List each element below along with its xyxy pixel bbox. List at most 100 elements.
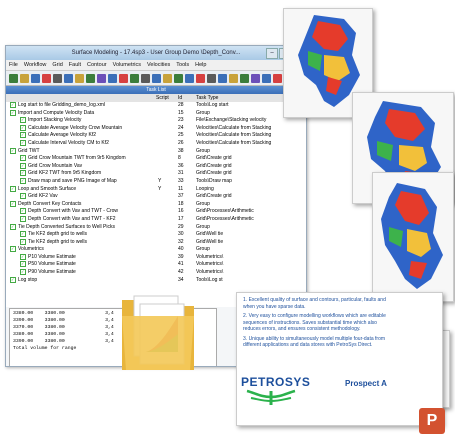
task-row[interactable]: ✓ Tie Depth Converted Surfaces to Well Pi… [6, 223, 306, 232]
task-id: 24 [178, 124, 184, 131]
checkbox-icon[interactable]: ✓ [20, 215, 26, 222]
task-name: ✓ Depth Convert with Vav and TWT - KF2 [20, 215, 116, 224]
checkbox-icon[interactable]: ✓ [10, 102, 16, 108]
menu-item-help[interactable]: Help [195, 60, 206, 70]
minimize-button[interactable]: – [266, 48, 278, 59]
toolbar-button-icon[interactable] [31, 73, 40, 83]
menu-item-file[interactable]: File [9, 60, 18, 70]
column-task-type[interactable]: Task Type [196, 94, 218, 102]
task-row[interactable]: ✓ Grid KF2 Vav 37 Grid\Create grid [6, 193, 306, 201]
menu-item-grid[interactable]: Grid [52, 60, 62, 70]
checkbox-icon[interactable]: ✓ [10, 200, 16, 207]
toolbar-button-icon[interactable] [42, 73, 51, 83]
checkbox-icon[interactable]: ✓ [20, 139, 26, 146]
checkbox-icon[interactable]: ✓ [20, 132, 26, 139]
folder-icon [118, 286, 198, 374]
checkbox-icon[interactable]: ✓ [20, 162, 26, 169]
task-label: Import and Compute Velocity Data [18, 109, 95, 116]
checkbox-icon[interactable]: ✓ [20, 117, 26, 124]
toolbar-button-icon[interactable] [196, 73, 205, 83]
toolbar-button-icon[interactable] [163, 73, 172, 83]
task-label: Log stop [18, 276, 38, 283]
task-label: Depth Convert with Vav and TWT - Crow [28, 208, 119, 215]
task-id: 41 [178, 261, 184, 268]
task-label: Grid Crow Mountain Vav [28, 162, 83, 169]
task-row[interactable]: ✓ Log stop 34 Tools\Log st [6, 276, 306, 285]
checkbox-icon[interactable]: ✓ [10, 246, 16, 253]
menu-item-contour[interactable]: Contour [87, 60, 107, 70]
map-image-3 [372, 172, 454, 302]
toolbar-button-icon[interactable] [273, 73, 282, 83]
checkbox-icon[interactable]: ✓ [20, 269, 26, 276]
checkbox-icon[interactable]: ✓ [10, 147, 16, 154]
checkbox-icon[interactable]: ✓ [20, 253, 26, 260]
checkbox-icon[interactable]: ✓ [20, 155, 26, 162]
toolbar-button-icon[interactable] [240, 73, 249, 83]
checkbox-icon[interactable]: ✓ [20, 124, 26, 131]
toolbar-button-icon[interactable] [141, 73, 150, 83]
bullet-text: Excellent quality of surface and contour… [243, 297, 386, 310]
toolbar-button-icon[interactable] [75, 73, 84, 83]
toolbar-button-icon[interactable] [97, 73, 106, 83]
task-row[interactable]: ✓ Tie KF2 depth grid to wells 30 Grid\Well … [6, 231, 306, 239]
toolbar-button-icon[interactable] [218, 73, 227, 83]
menu-item-fault[interactable]: Fault [69, 60, 81, 70]
toolbar-button-icon[interactable] [130, 73, 139, 83]
slide-bullet: 2. Very easy to configure modelling work… [243, 313, 393, 333]
toolbar-button-icon[interactable] [185, 73, 194, 83]
task-script: Y [158, 177, 162, 184]
checkbox-icon[interactable]: ✓ [10, 109, 16, 116]
task-row[interactable]: ✓ P90 Volume Estimate 42 Volumetrics\ [6, 269, 306, 277]
toolbar-button-icon[interactable] [229, 73, 238, 83]
task-name: ✓ P90 Volume Estimate [20, 269, 76, 277]
menu-item-volumetrics[interactable]: Volumetrics [113, 60, 141, 70]
checkbox-icon[interactable]: ✓ [20, 231, 26, 238]
bullet-text: Very easy to configure modelling workflo… [243, 313, 386, 332]
checkbox-icon[interactable]: ✓ [20, 177, 26, 184]
task-row[interactable]: ✓ Import Stacking Velocity 23 File\Exchange… [6, 117, 306, 125]
toolbar-button-icon[interactable] [174, 73, 183, 83]
task-label: Draw map and save PNG Image of Map [28, 177, 117, 184]
toolbar-button-icon[interactable] [251, 73, 260, 83]
menu-item-tools[interactable]: Tools [176, 60, 189, 70]
checkbox-icon[interactable]: ✓ [20, 261, 26, 268]
toolbar-button-icon[interactable] [86, 73, 95, 83]
column-script[interactable]: Script [156, 94, 169, 102]
checkbox-icon[interactable]: ✓ [20, 238, 26, 245]
task-row[interactable]: ✓ Log start to file Gridding_demo_log.xml… [6, 102, 306, 110]
toolbar-button-icon[interactable] [53, 73, 62, 83]
checkbox-icon[interactable]: ✓ [20, 193, 26, 200]
toolbar-button-icon[interactable] [119, 73, 128, 83]
task-row[interactable]: ✓ Tie KF2 depth grid to wells 32 Grid\Well … [6, 238, 306, 247]
toolbar-button-icon[interactable] [20, 73, 29, 83]
toolbar-button-icon[interactable] [9, 73, 18, 83]
petrosys-logo-text: PETROSYS [241, 375, 311, 389]
task-row[interactable]: ✓ Calculate Interval Velocity CM to Kf2 26… [6, 139, 306, 148]
checkbox-icon[interactable]: ✓ [10, 185, 16, 192]
toolbar-button-icon[interactable] [262, 73, 271, 83]
menu-item-workflow[interactable]: Workflow [24, 60, 47, 70]
task-row[interactable]: ✓ Depth Convert with Vav and TWT - KF2 17 G… [6, 215, 306, 224]
task-row[interactable]: ✓ Draw map and save PNG Image of Map Y 33 To… [6, 177, 306, 186]
task-row[interactable]: ✓ Volumetrics 40 Group [6, 246, 306, 254]
task-row[interactable]: ✓ P50 Volume Estimate 41 Volumetrics\ [6, 261, 306, 269]
task-id: 18 [178, 200, 184, 207]
task-row[interactable]: ✓ Calculate Average Velocity Kf2 25 Velocit… [6, 132, 306, 140]
task-row[interactable]: ✓ Grid KF2 TWT from 9r5 Kingdom 31 Grid\Cre… [6, 170, 306, 178]
checkbox-icon[interactable]: ✓ [20, 208, 26, 215]
toolbar-button-icon[interactable] [152, 73, 161, 83]
task-row[interactable]: ✓ Loop and Smooth Surface Y 11 Looping [6, 185, 306, 194]
toolbar-button-icon[interactable] [108, 73, 117, 83]
checkbox-icon[interactable]: ✓ [10, 276, 16, 283]
toolbar-button-icon[interactable] [207, 73, 216, 83]
task-type: Tools\Draw map [196, 177, 232, 184]
task-type: Group [196, 147, 210, 154]
menu-item-velocities[interactable]: Velocities [147, 60, 170, 70]
column-id[interactable]: Id [178, 94, 182, 102]
checkbox-icon[interactable]: ✓ [20, 170, 26, 177]
task-row[interactable]: ✓ Grid Crow Mountain TWT from 9r5 Kingdom… [6, 155, 306, 163]
toolbar-button-icon[interactable] [64, 73, 73, 83]
task-row[interactable]: ✓ Depth Convert with Vav and TWT - Crow 16… [6, 208, 306, 216]
task-type: Looping [196, 185, 214, 192]
checkbox-icon[interactable]: ✓ [10, 223, 16, 230]
